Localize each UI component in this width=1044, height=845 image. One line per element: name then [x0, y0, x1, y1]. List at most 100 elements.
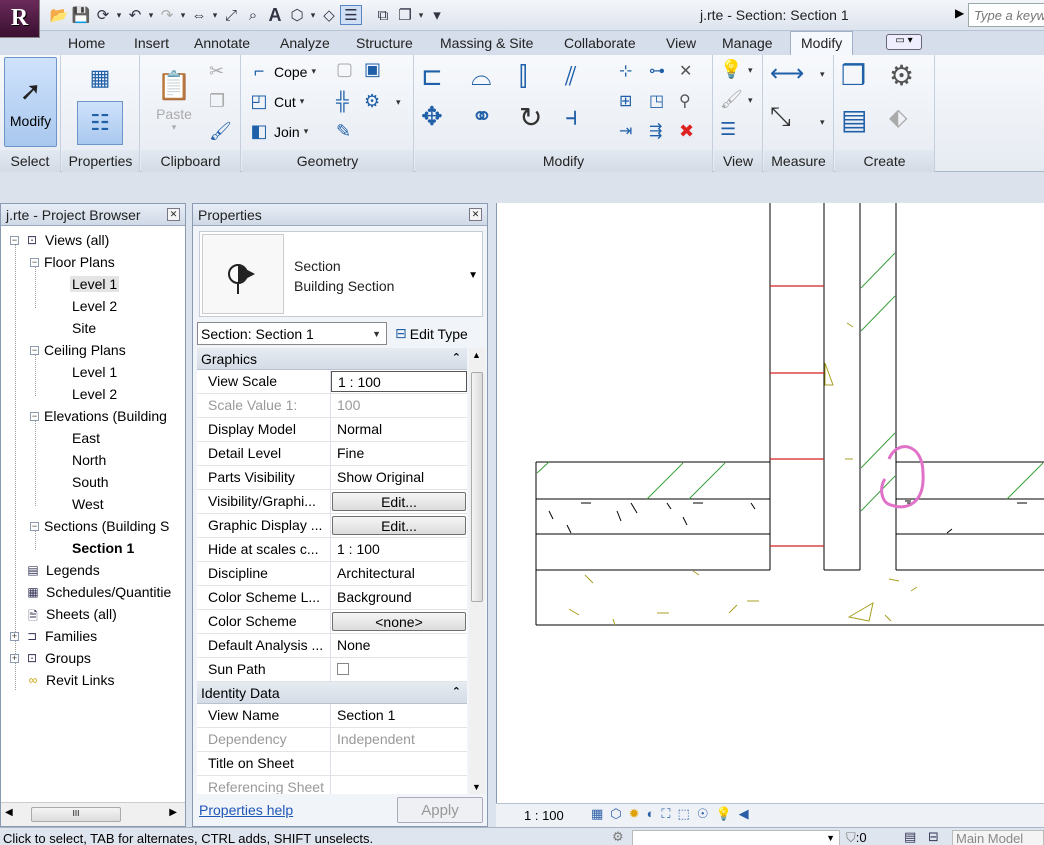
prop-row[interactable]: Visibility/Graphi... Edit... [197, 490, 467, 514]
instance-filter-select[interactable]: Section: Section 1 ▼ [197, 322, 387, 345]
aligned-dimension-icon[interactable]: ⤢ [220, 5, 242, 25]
undo-dropdown[interactable]: ▾ [146, 10, 156, 21]
scrollbar-thumb[interactable]: III [31, 807, 121, 822]
apply-button[interactable]: Apply [397, 797, 483, 823]
tree-node-section-1[interactable]: Section 1 [72, 537, 134, 559]
section-drawing[interactable] [497, 203, 1044, 803]
match-properties-icon[interactable]: 🖌 [209, 121, 232, 142]
demolish-dropdown[interactable]: ▾ [396, 97, 401, 108]
tree-node-legends[interactable]: ▤ Legends [25, 559, 99, 581]
prop-value[interactable]: Section 1 [331, 704, 467, 727]
measure-dropdown-icon[interactable]: ▾ [820, 69, 825, 80]
tab-home[interactable]: Home [68, 35, 105, 51]
measure-dropdown[interactable]: ▾ [210, 10, 220, 21]
prop-value[interactable] [331, 752, 467, 775]
prop-row[interactable]: View Name Section 1 [197, 704, 467, 728]
paste-button[interactable]: 📋 Paste ▾ [149, 59, 199, 143]
demolish-icon[interactable]: ⚙ [364, 91, 380, 112]
customize-qat-icon[interactable]: ▾ [426, 5, 448, 25]
group-header-identity-data[interactable]: Identity Data ⌃ [197, 682, 467, 704]
prop-row[interactable]: Hide at scales c... 1 : 100 [197, 538, 467, 562]
override-graphics-icon[interactable]: 🖌 [720, 89, 743, 110]
create-parts-icon[interactable]: ▤ [841, 103, 867, 136]
trim-extend-corner-icon[interactable]: ⫞ [565, 101, 578, 133]
tree-node-floor-level-2[interactable]: Level 2 [72, 295, 117, 317]
tab-insert[interactable]: Insert [134, 35, 169, 51]
tab-modify[interactable]: Modify [790, 31, 854, 56]
tree-node-ceiling-level-2[interactable]: Level 2 [72, 383, 117, 405]
ribbon-minimize-button[interactable]: ▭ ▾ [886, 34, 922, 50]
collapse-icon[interactable]: − [10, 235, 19, 245]
hide-in-view-icon[interactable]: 💡 [720, 59, 742, 80]
tree-node-groups[interactable]: + ⊡ Groups [10, 647, 91, 669]
expand-icon[interactable]: + [10, 653, 19, 663]
scroll-left-icon[interactable]: ◀ [5, 807, 13, 818]
properties-help-link[interactable]: Properties help [199, 802, 293, 818]
tree-node-east[interactable]: East [72, 427, 100, 449]
move-icon[interactable]: ✥ [421, 101, 443, 132]
scroll-left-icon[interactable]: ◀ [739, 806, 749, 822]
cope-button[interactable]: ⌐ Cope ▾ [248, 61, 316, 82]
tab-structure[interactable]: Structure [356, 35, 413, 51]
horizontal-scrollbar[interactable]: ◀ III ▶ [1, 802, 185, 826]
prop-value[interactable]: None [331, 634, 467, 657]
tree-node-families[interactable]: + ⊐ Families [10, 625, 97, 647]
cut-icon[interactable]: ✂ [209, 61, 224, 82]
delete-icon[interactable]: ✖ [679, 121, 694, 142]
tree-node-north[interactable]: North [72, 449, 106, 471]
tree-node-sections[interactable]: − Sections (Building S [30, 515, 169, 537]
open-icon[interactable]: 📂 [48, 5, 70, 25]
measure-between-icon[interactable]: ⟷ [770, 59, 804, 88]
copy-element-icon[interactable]: ⚭ [471, 101, 493, 132]
edit-type-button[interactable]: ⊟ Edit Type [393, 322, 470, 345]
prop-row[interactable]: Graphic Display ... Edit... [197, 514, 467, 538]
sun-path-checkbox[interactable] [337, 663, 349, 675]
properties-toggle-button[interactable]: ☷ [77, 101, 123, 145]
tab-massing-site[interactable]: Massing & Site [440, 35, 533, 51]
search-expand-icon[interactable]: ▶ [955, 6, 964, 20]
collapse-icon[interactable]: − [30, 411, 39, 421]
prop-value[interactable]: Architectural [331, 562, 467, 585]
mirror-pick-axis-icon[interactable]: ⫿ [519, 61, 527, 93]
scroll-down-icon[interactable]: ▼ [472, 782, 481, 792]
scrollbar-thumb[interactable] [471, 372, 483, 602]
thin-lines-icon[interactable]: ☰ [340, 5, 362, 25]
collapse-icon[interactable]: − [30, 521, 39, 531]
unpin-icon[interactable]: ✕ [679, 61, 692, 81]
prop-row[interactable]: Color Scheme L... Background [197, 586, 467, 610]
crop-view-icon[interactable]: ⛶ [661, 806, 670, 822]
graphic-display-edit-button[interactable]: Edit... [332, 516, 466, 535]
create-group-icon[interactable]: ⬖ [889, 103, 907, 132]
sun-path-icon[interactable]: ✹ [629, 806, 640, 822]
tab-collaborate[interactable]: Collaborate [564, 35, 636, 51]
tree-node-south[interactable]: South [72, 471, 109, 493]
text-icon[interactable]: A [264, 5, 286, 25]
tree-node-west[interactable]: West [72, 493, 104, 515]
cut-geometry-button[interactable]: ◰ Cut ▾ [248, 91, 304, 112]
trim-extend-multiple-icon[interactable]: ⇶ [649, 121, 662, 141]
join-button[interactable]: ◧ Join ▾ [248, 121, 308, 142]
tree-node-floor-plans[interactable]: − Floor Plans [30, 251, 115, 273]
type-properties-button[interactable]: ▦ [77, 57, 123, 99]
detail-level-icon[interactable]: ▦ [591, 806, 603, 822]
collapse-icon[interactable]: − [30, 345, 39, 355]
temporary-hide-icon[interactable]: ☉ [697, 806, 709, 822]
vertical-scrollbar[interactable]: ▲ ▼ [469, 348, 485, 794]
prop-row[interactable]: Title on Sheet [197, 752, 467, 776]
prop-value-input[interactable]: 1 : 100 [331, 371, 467, 392]
sync-dropdown[interactable]: ▾ [114, 10, 124, 21]
collapse-group-icon[interactable]: ⌃ [452, 685, 461, 698]
close-hidden-windows-icon[interactable]: ⧉ [372, 5, 394, 25]
tab-manage[interactable]: Manage [722, 35, 773, 51]
override-dropdown[interactable]: ▾ [748, 95, 753, 106]
tab-annotate[interactable]: Annotate [194, 35, 250, 51]
tree-node-schedules[interactable]: ▦ Schedules/Quantitie [25, 581, 171, 603]
array-icon[interactable]: ⊞ [619, 91, 632, 111]
scale-icon[interactable]: ◳ [649, 91, 664, 111]
tree-node-views-all[interactable]: − ⊡ Views (all) [10, 229, 109, 251]
tree-node-elevations[interactable]: − Elevations (Building [30, 405, 167, 427]
design-option-select[interactable]: Main Model [952, 830, 1044, 845]
prop-row[interactable]: View Scale 1 : 100 [197, 370, 467, 394]
view-scale-control[interactable]: 1 : 100 [524, 808, 564, 823]
prop-row[interactable]: Parts Visibility Show Original [197, 466, 467, 490]
